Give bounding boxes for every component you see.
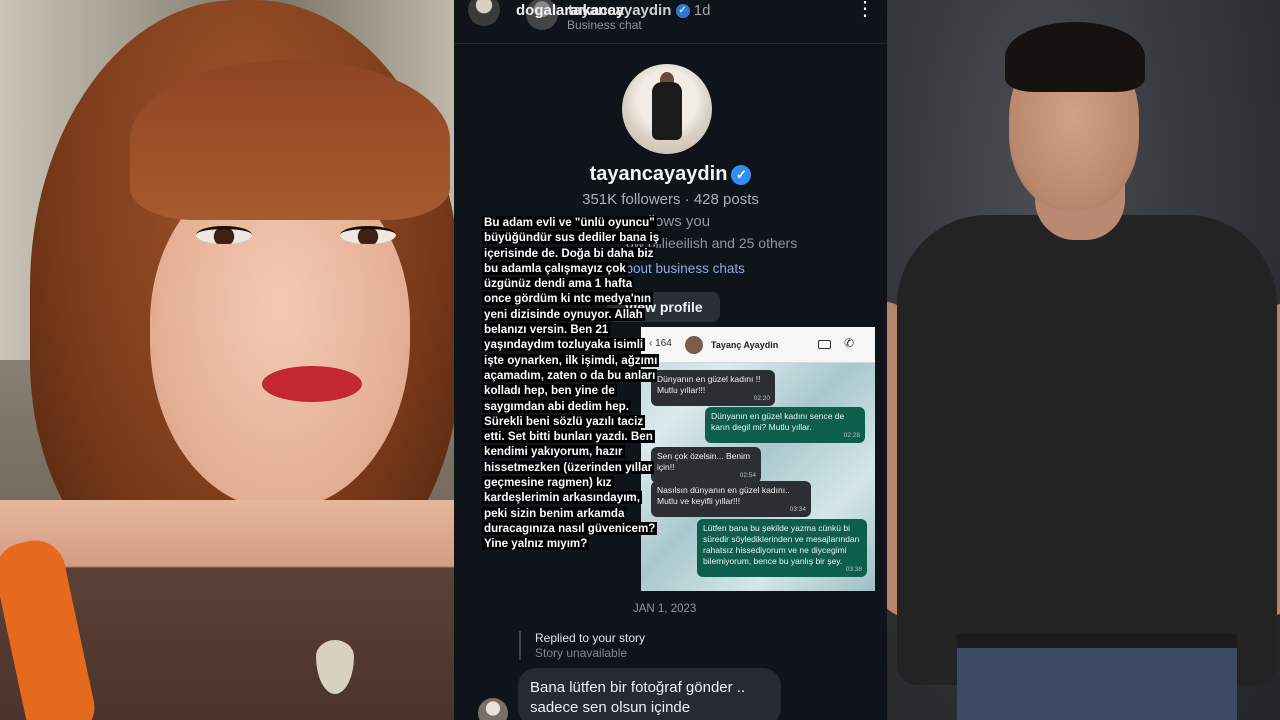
wa-message: Dünyanın en güzel kadını !! Mutlu yıllar… (651, 370, 775, 406)
right-portrait-photo (887, 0, 1280, 720)
header-username[interactable]: tayancayaydin ✓ 1d (568, 2, 710, 19)
header-avatar[interactable] (468, 0, 500, 26)
profile-username: tayancayaydin ✓ (454, 163, 887, 186)
header-subtitle: Business chat (567, 18, 642, 32)
video-call-icon (818, 340, 831, 349)
jeans (957, 640, 1237, 720)
wa-message: Sen çok özelsin... Benim için!! 02:54 (651, 447, 761, 483)
sender-avatar[interactable] (478, 698, 508, 720)
story-reply-context[interactable]: Replied to your story Story unavailable (519, 631, 645, 660)
whatsapp-screenshot-image[interactable]: ‹ 164 Tayanç Ayaydin ✆ Dünyanın en güzel… (641, 327, 875, 591)
face (150, 170, 410, 510)
date-separator: JAN 1, 2023 (633, 603, 697, 615)
left-portrait-photo (0, 0, 454, 720)
message-bubble[interactable]: Bana lütfen bir fotoğraf gönder .. sadec… (518, 668, 781, 720)
verified-badge-icon: ✓ (731, 164, 752, 185)
instagram-business-chat: dogalaraıkacay tayancayaydin ✓ 1d Busine… (454, 0, 887, 720)
wa-header: ‹ 164 Tayanç Ayaydin ✆ (641, 327, 875, 363)
profile-stats: 351K followers · 428 posts (582, 191, 759, 208)
story-overlay-text: Bu adam evli ve "ünlü oyuncu" büyüğündür… (482, 216, 662, 551)
verified-badge-icon: ✓ (675, 4, 690, 19)
replied-subtitle: Story unavailable (535, 646, 628, 660)
chat-header: dogalaraıkacay tayancayaydin ✓ 1d Busine… (454, 0, 887, 44)
wa-contact-name: Tayanç Ayaydin (711, 340, 779, 350)
black-tshirt (897, 215, 1277, 685)
right-eye (340, 226, 396, 244)
belt (957, 634, 1237, 648)
wa-message: Dünyanın en güzel kadını sence de karın … (705, 407, 865, 443)
wa-message: Lütfen bana bu şekilde yazma cünkü bi sü… (697, 519, 867, 577)
hair (1005, 22, 1145, 92)
wa-avatar (685, 336, 703, 354)
bangs (130, 60, 450, 220)
phone-icon: ✆ (844, 336, 855, 350)
replied-title: Replied to your story (535, 631, 646, 645)
lips (262, 366, 362, 402)
left-eye (196, 226, 252, 244)
profile-avatar[interactable] (622, 64, 712, 154)
avatar-figure (652, 82, 682, 140)
wa-message: Nasılsın dünyanın en güzel kadını.. Mutl… (651, 481, 811, 517)
more-vertical-icon[interactable]: ⋮ (855, 0, 875, 19)
